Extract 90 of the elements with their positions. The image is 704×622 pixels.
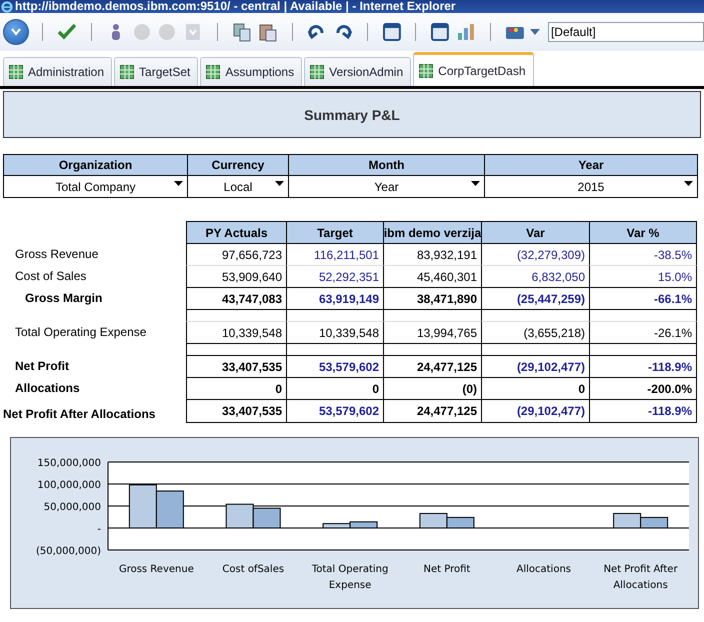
filter-header: Currency	[188, 155, 288, 176]
axis-tick-label: 100,000,000	[37, 480, 101, 491]
row-label: Gross Margin	[25, 291, 102, 305]
column-header: Target	[286, 221, 383, 243]
grid-icon	[206, 65, 220, 79]
caret-icon	[174, 181, 183, 186]
category-label: Gross Revenue	[118, 564, 194, 575]
caret-icon[interactable]	[530, 29, 540, 35]
table-cell: (25,447,259)	[481, 287, 589, 309]
table-cell: -200.0%	[589, 377, 697, 399]
table-cell: 116,211,501	[286, 243, 383, 265]
table-cell: 97,656,723	[186, 243, 286, 265]
table-cell: 83,932,191	[383, 243, 481, 265]
column-header: PY Actuals	[186, 221, 286, 243]
row-label: Net Profit	[15, 359, 69, 373]
table-cell: 53,909,640	[186, 265, 286, 287]
filter-header: Year	[485, 155, 697, 176]
browser-logo-icon	[1, 0, 13, 12]
table-cell: 63,919,149	[286, 287, 383, 309]
table-cell: 0	[481, 377, 589, 399]
table-cell: 6,832,050	[481, 265, 589, 287]
view-field[interactable]: [Default]	[548, 22, 704, 42]
window-icon[interactable]	[380, 21, 402, 43]
chevron-down-icon	[10, 28, 22, 36]
category-label: Cost ofSales	[222, 564, 284, 575]
table-cell: 24,477,125	[383, 399, 481, 423]
table-cell: 38,471,890	[383, 287, 481, 309]
table-cell: 33,407,535	[186, 399, 286, 423]
filter-header: Organization	[4, 155, 187, 176]
table-cell: 10,339,548	[286, 321, 383, 343]
row-label: Net Profit After Allocations	[3, 407, 156, 421]
table-cell: 33,407,535	[186, 355, 286, 377]
grid-icon	[9, 65, 23, 79]
table-cell: 15.0%	[589, 265, 697, 287]
tab[interactable]: VersionAdmin	[304, 57, 412, 86]
filter-dropdown[interactable]: Local	[188, 176, 288, 197]
axis-tick-label: (50,000,000)	[36, 546, 101, 557]
table-cell: -118.9%	[589, 355, 697, 377]
table-cell: 24,477,125	[383, 355, 481, 377]
column-header: ibm demo verzija	[383, 221, 481, 243]
category-label: Allocations	[516, 564, 571, 575]
menu-button[interactable]	[3, 19, 29, 45]
table-cell: 52,292,351	[286, 265, 383, 287]
table-cell: (29,102,477)	[481, 399, 589, 423]
report-title: Summary P&L	[3, 91, 701, 138]
table-cell: (0)	[383, 377, 481, 399]
table-cell: 13,994,765	[383, 321, 481, 343]
table-cell: -38.5%	[589, 243, 697, 265]
tab[interactable]: Administration	[3, 57, 112, 86]
grid-icon	[120, 65, 134, 79]
caret-icon	[684, 181, 693, 186]
tab[interactable]: TargetSet	[114, 57, 198, 86]
grid-icon	[310, 65, 324, 79]
copy-icon[interactable]	[231, 21, 254, 43]
table-cell: (32,279,309)	[481, 243, 589, 265]
table-cell: (29,102,477)	[481, 355, 589, 377]
row-label: Total Operating Expense	[15, 325, 146, 339]
grid-icon	[419, 64, 434, 78]
category-label: Net Profit	[424, 564, 470, 575]
table-cell: 0	[286, 377, 383, 399]
caret-icon	[275, 181, 284, 186]
filter-dropdown[interactable]: 2015	[485, 176, 697, 197]
table-cell: 43,747,083	[186, 287, 286, 309]
window-title: http://ibmdemo.demos.ibm.com:9510/ - central | Available | - Internet Explorer	[15, 0, 456, 13]
category-label: Total Operating Expense	[312, 564, 388, 591]
column-header: Var	[481, 221, 589, 243]
axis-tick-label: 50,000,000	[44, 502, 101, 513]
row-label: Allocations	[15, 381, 80, 395]
column-header: Var %	[589, 221, 697, 243]
table-cell: 45,460,301	[383, 265, 481, 287]
table-cell: 53,579,602	[286, 355, 383, 377]
filter-dropdown[interactable]: Year	[289, 176, 484, 197]
window-icon[interactable]	[429, 21, 452, 43]
filter-dropdown[interactable]: Total Company	[4, 176, 187, 197]
tab[interactable]: Assumptions	[200, 57, 302, 86]
table-cell: (3,655,218)	[481, 321, 589, 343]
table-cell: -26.1%	[589, 321, 697, 343]
row-label: Gross Revenue	[15, 247, 98, 261]
row-label: Cost of Sales	[15, 269, 86, 283]
filter-header: Month	[289, 155, 484, 176]
caret-icon	[471, 181, 480, 186]
table-cell: 0	[186, 377, 286, 399]
table-cell: -66.1%	[589, 287, 697, 309]
table-cell: -118.9%	[589, 399, 697, 423]
table-cell: 10,339,548	[186, 321, 286, 343]
table-cell: 53,579,602	[286, 399, 383, 423]
tab[interactable]: CorpTargetDash	[413, 52, 534, 86]
axis-tick-label: 150,000,000	[37, 458, 101, 469]
category-label: Net Profit After Allocations	[604, 564, 678, 591]
axis-tick-label: -	[97, 524, 101, 535]
